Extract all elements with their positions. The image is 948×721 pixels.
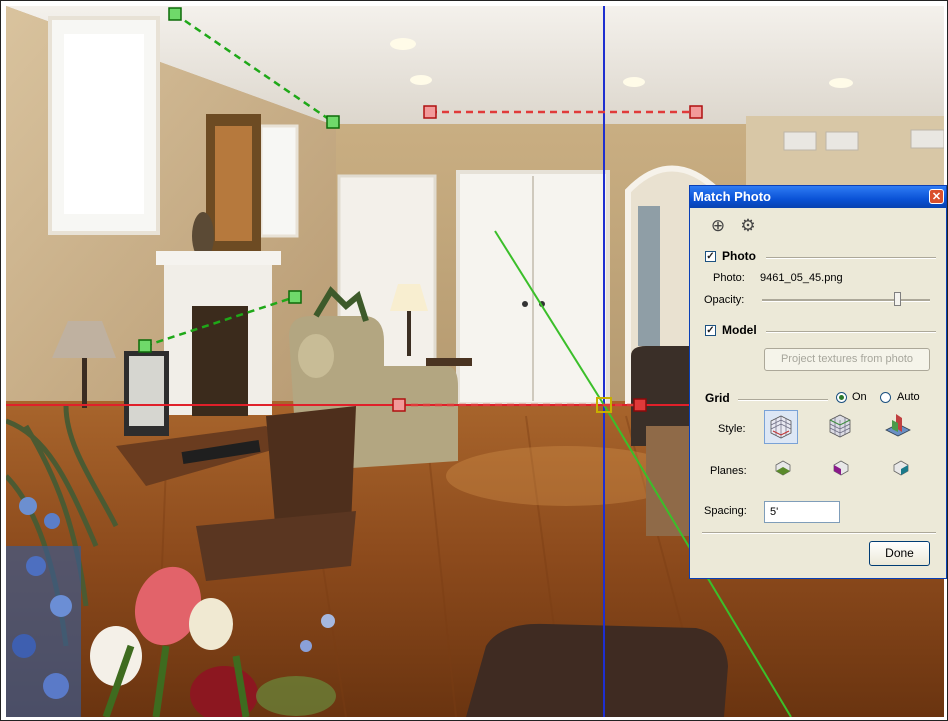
plane-red-green-icon[interactable] [774, 459, 792, 477]
add-photo-icon[interactable]: ⊕ [708, 216, 728, 236]
green-vp-grip[interactable] [138, 339, 152, 353]
style-label: Style: [718, 423, 746, 435]
ceiling-light [390, 38, 416, 50]
red-vp-grip[interactable] [633, 398, 647, 412]
grid-on-label: On [852, 391, 867, 403]
green-vp-grip[interactable] [168, 7, 182, 21]
grid-section-label: Grid [705, 391, 730, 405]
spacing-label: Spacing: [704, 505, 747, 517]
opacity-slider-thumb[interactable] [894, 292, 901, 306]
dialog-titlebar[interactable]: Match Photo ✕ [690, 186, 946, 208]
spacing-input[interactable]: 5' [764, 501, 840, 523]
gears-icon[interactable]: ⚙ [738, 216, 758, 236]
red-vp-grip[interactable] [392, 398, 406, 412]
fireplace-mantel [156, 251, 281, 265]
opacity-slider[interactable] [762, 292, 930, 306]
done-button[interactable]: Done [869, 541, 930, 566]
plane-red-blue-icon[interactable] [832, 459, 850, 477]
model-section-label: Model [722, 323, 757, 337]
plane-green-blue-icon[interactable] [892, 459, 910, 477]
model-checkbox[interactable]: ✓ [705, 325, 716, 336]
sketchup-window: Match Photo ✕ ⊕ ⚙ ✓ Photo Photo: 9461_05… [0, 0, 948, 721]
photo-checkbox[interactable]: ✓ [705, 251, 716, 262]
foreground-chair [466, 623, 728, 717]
section-divider [738, 399, 828, 401]
green-vp-grip[interactable] [288, 290, 302, 304]
section-divider [702, 532, 936, 534]
red-vp-grip[interactable] [689, 105, 703, 119]
match-photo-dialog: Match Photo ✕ ⊕ ⚙ ✓ Photo Photo: 9461_05… [689, 185, 947, 579]
close-icon[interactable]: ✕ [929, 189, 944, 204]
section-divider [766, 331, 936, 333]
planes-label: Planes: [710, 465, 747, 477]
opacity-label: Opacity: [704, 294, 745, 306]
grid-on-radio[interactable] [836, 392, 847, 403]
grid-style-above-icon[interactable] [824, 410, 858, 444]
dialog-title: Match Photo [693, 189, 771, 204]
grid-auto-radio[interactable] [880, 392, 891, 403]
photo-section-label: Photo [722, 249, 756, 263]
section-divider [766, 257, 936, 259]
red-vp-grip[interactable] [423, 105, 437, 119]
grid-style-inside-icon[interactable] [764, 410, 798, 444]
project-textures-button[interactable]: Project textures from photo [764, 348, 930, 371]
grid-style-below-icon[interactable] [882, 410, 916, 444]
photo-filename: 9461_05_45.png [760, 272, 843, 284]
photo-label: Photo: [713, 272, 745, 284]
green-vp-grip[interactable] [326, 115, 340, 129]
grid-auto-label: Auto [897, 391, 920, 403]
